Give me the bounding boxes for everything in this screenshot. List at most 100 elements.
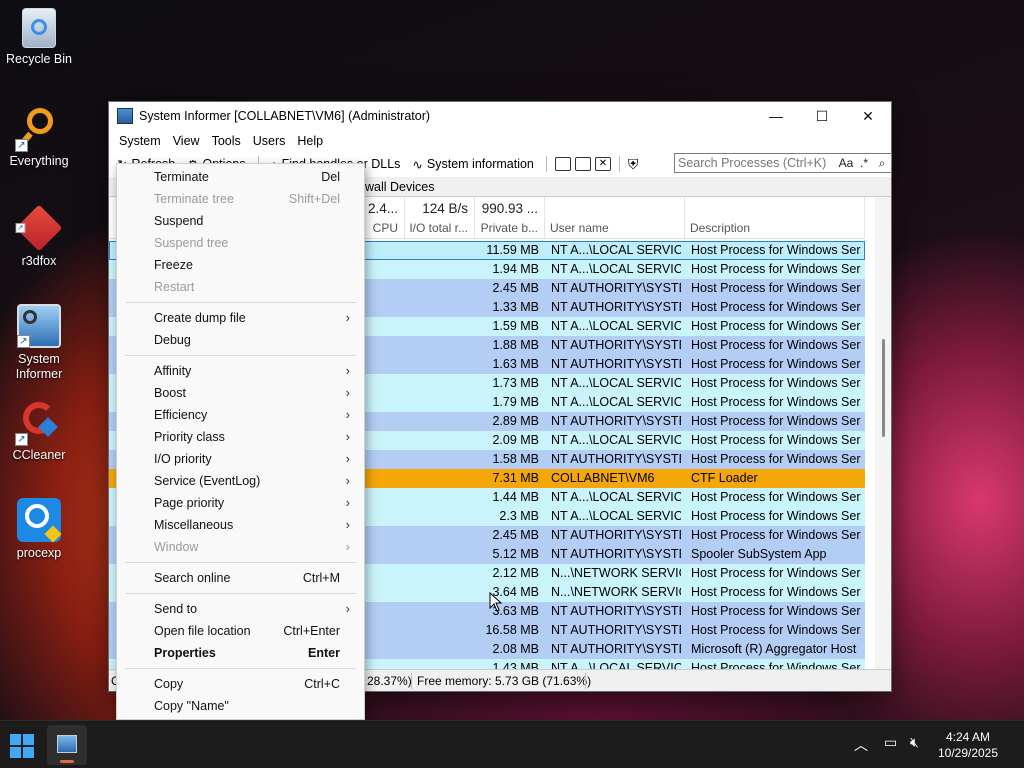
cell-user-name: NT AUTHORITY\SYSTEM	[551, 528, 681, 542]
menu-item-copy-name[interactable]: Copy "Name"	[117, 695, 364, 717]
menu-item-copy[interactable]: Copy Ctrl+C	[117, 673, 364, 695]
menu-item-priority-class[interactable]: Priority class ›	[117, 426, 364, 448]
cell-description: Host Process for Windows Ser...	[691, 509, 861, 523]
chevron-right-icon: ›	[345, 363, 350, 378]
menu-item-miscellaneous[interactable]: Miscellaneous ›	[117, 514, 364, 536]
tab-firewall[interactable]: wall	[365, 180, 387, 194]
search-input[interactable]: Search Processes (Ctrl+K) Aa .* ⌕	[674, 153, 892, 173]
find-window-icon[interactable]	[574, 157, 591, 171]
volume-muted-icon[interactable]: 🔇︎	[910, 735, 919, 751]
cell-user-name: NT A...\LOCAL SERVICE	[551, 243, 681, 257]
column-private-bytes[interactable]: 990.93 ... Private b...	[475, 197, 545, 239]
cell-private-bytes: 1.79 MB	[492, 395, 539, 409]
desktop-icon-system-informer[interactable]: ↗ System Informer	[2, 304, 76, 382]
menu-item-properties[interactable]: Properties Enter	[117, 642, 364, 664]
menu-item-search-online[interactable]: Search online Ctrl+M	[117, 567, 364, 589]
menu-users[interactable]: Users	[247, 134, 292, 148]
menu-item-efficiency[interactable]: Efficiency ›	[117, 404, 364, 426]
desktop-icon-label: System Informer	[15, 352, 63, 381]
menu-item-affinity[interactable]: Affinity ›	[117, 360, 364, 382]
cell-user-name: NT AUTHORITY\SYSTEM	[551, 357, 681, 371]
menu-item-terminate[interactable]: Terminate Del	[117, 166, 364, 188]
menu-item-send-to[interactable]: Send to ›	[117, 598, 364, 620]
cell-description: Microsoft (R) Aggregator Host	[691, 642, 857, 656]
menu-item-debug[interactable]: Debug	[117, 329, 364, 351]
close-window-icon[interactable]: ✕	[594, 157, 611, 171]
desktop-icon-procexp[interactable]: procexp	[2, 498, 76, 561]
cell-description: Host Process for Windows Ser...	[691, 414, 861, 428]
tab-devices[interactable]: Devices	[390, 180, 434, 194]
desktop-icon-ccleaner[interactable]: ↗ CCleaner	[2, 400, 76, 463]
chevron-right-icon: ›	[345, 310, 350, 325]
menu-item-label: Service (EventLog)	[154, 474, 261, 488]
cell-description: Host Process for Windows Ser...	[691, 357, 861, 371]
menu-item-boost[interactable]: Boost ›	[117, 382, 364, 404]
menu-item-create-dump-file[interactable]: Create dump file ›	[117, 307, 364, 329]
cell-user-name: NT A...\LOCAL SERVICE	[551, 490, 681, 504]
menu-item-page-priority[interactable]: Page priority ›	[117, 492, 364, 514]
menu-item-label: Boost	[154, 386, 186, 400]
desktop-icon-everything[interactable]: ↗ Everything	[2, 106, 76, 169]
close-button[interactable]: ✕	[845, 102, 891, 130]
column-cpu[interactable]: 2.4... CPU	[365, 197, 405, 239]
taskbar-app-system-informer[interactable]	[47, 725, 87, 765]
menu-item-label: Search online	[154, 571, 231, 585]
system-information-button[interactable]: ∿ System information	[408, 157, 537, 172]
desktop-icon-r3dfox[interactable]: ↗ r3dfox	[2, 204, 76, 269]
menu-item-service-eventlog[interactable]: Service (EventLog) ›	[117, 470, 364, 492]
regex-toggle[interactable]: .*	[855, 156, 873, 170]
menu-item-freeze[interactable]: Freeze	[117, 254, 364, 276]
window-icon[interactable]	[554, 157, 571, 171]
cell-private-bytes: 2.08 MB	[492, 642, 539, 656]
chevron-right-icon: ›	[345, 429, 350, 444]
search-icon[interactable]: ⌕	[873, 156, 891, 171]
match-case-toggle[interactable]: Aa	[837, 156, 855, 170]
cell-description: Host Process for Windows Ser...	[691, 319, 861, 333]
menu-item-shortcut: Enter	[308, 646, 340, 660]
menu-item-i-o-priority[interactable]: I/O priority ›	[117, 448, 364, 470]
menu-item-suspend-tree: Suspend tree	[117, 232, 364, 254]
vertical-scrollbar[interactable]	[875, 197, 891, 669]
chevron-right-icon: ›	[345, 451, 350, 466]
menu-tools[interactable]: Tools	[206, 134, 247, 148]
pulse-icon: ∿	[412, 157, 423, 172]
taskbar-clock[interactable]: 4:24 AM 10/29/2025	[930, 729, 1006, 761]
cell-user-name: NT AUTHORITY\SYSTEM	[551, 604, 681, 618]
shortcut-arrow-icon: ↗	[15, 223, 26, 233]
cell-private-bytes: 11.59 MB	[486, 243, 539, 257]
menu-item-open-file-location[interactable]: Open file location Ctrl+Enter	[117, 620, 364, 642]
cell-description: Host Process for Windows Ser...	[691, 376, 861, 390]
cell-private-bytes: 1.33 MB	[492, 300, 539, 314]
menu-item-label: Miscellaneous	[154, 518, 234, 532]
toolbar-separator	[618, 156, 620, 172]
cell-user-name: NT AUTHORITY\SYSTEM	[551, 414, 681, 428]
menu-system[interactable]: System	[113, 134, 167, 148]
cell-description: Host Process for Windows Ser...	[691, 262, 861, 276]
start-button[interactable]	[10, 734, 34, 758]
menu-help[interactable]: Help	[291, 134, 329, 148]
desktop-icon-recycle-bin[interactable]: Recycle Bin	[2, 8, 76, 67]
shield-icon[interactable]: ⛨	[628, 156, 639, 173]
cell-private-bytes: 1.44 MB	[492, 490, 539, 504]
column-description[interactable]: Description	[685, 197, 865, 239]
shortcut-arrow-icon: ↗	[15, 139, 28, 152]
menu-item-suspend[interactable]: Suspend	[117, 210, 364, 232]
menu-item-label: Suspend tree	[154, 236, 229, 250]
cell-private-bytes: 2.09 MB	[492, 433, 539, 447]
mouse-cursor-icon	[489, 592, 503, 612]
minimize-button[interactable]: —	[753, 102, 799, 130]
scrollbar-thumb[interactable]	[882, 339, 885, 437]
cell-description: Host Process for Windows Ser...	[691, 338, 861, 352]
maximize-button[interactable]: ☐	[799, 102, 845, 130]
chevron-up-icon[interactable]: ︿	[854, 735, 868, 755]
cell-private-bytes: 3.63 MB	[492, 604, 539, 618]
column-io-total[interactable]: 124 B/s I/O total r...	[405, 197, 475, 239]
status-cpu-usage: 28.37%)	[367, 674, 412, 688]
column-user-name[interactable]: User name	[545, 197, 685, 239]
menu-item-window: Window ›	[117, 536, 364, 558]
chevron-right-icon: ›	[345, 539, 350, 554]
network-icon[interactable]: ▭	[884, 735, 897, 751]
menu-item-terminate-tree: Terminate tree Shift+Del	[117, 188, 364, 210]
title-bar[interactable]: System Informer [COLLABNET\VM6] (Adminis…	[109, 102, 891, 130]
menu-view[interactable]: View	[167, 134, 206, 148]
